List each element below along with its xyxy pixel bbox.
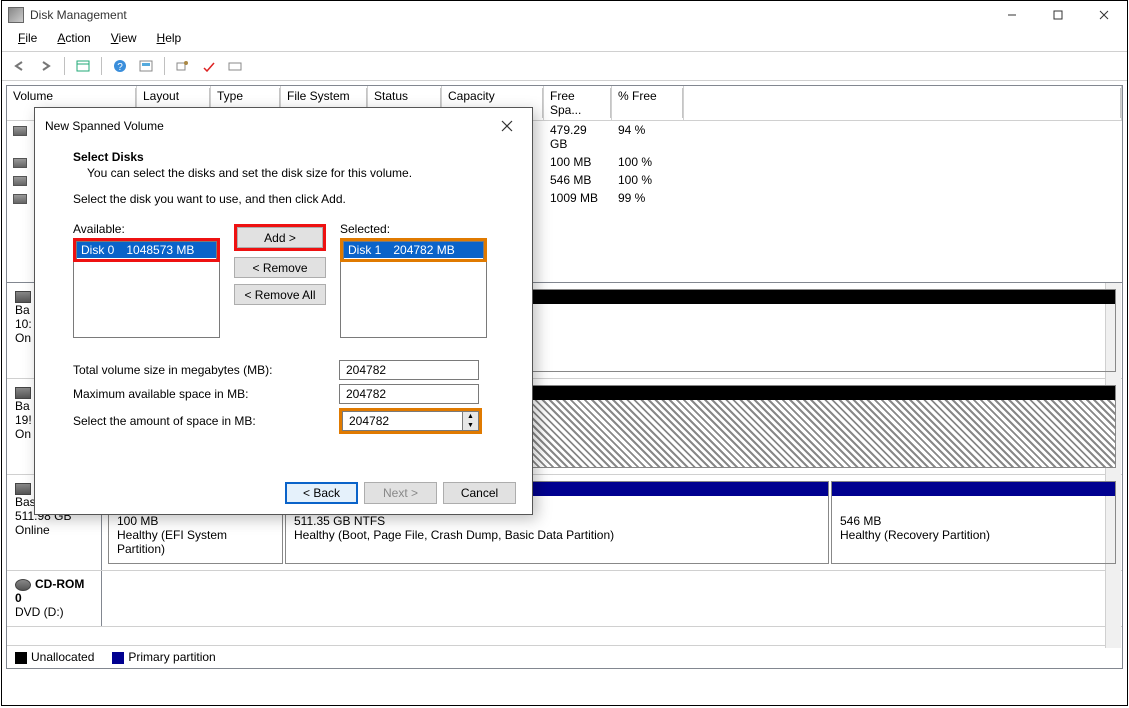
volume-icon [13,158,27,168]
dialog-instruction: Select the disk you want to use, and the… [73,192,494,206]
cdrom-icon [15,579,31,591]
cdrom-desc: DVD (D:) [15,605,93,619]
partition-bar [832,482,1115,496]
menu-file[interactable]: File [10,29,45,47]
remove-all-button[interactable]: < Remove All [234,284,326,305]
spinner-up-icon[interactable]: ▲ [463,412,478,421]
volume-icon [13,194,27,204]
legend-unallocated: Unallocated [31,650,94,664]
cancel-button[interactable]: Cancel [443,482,516,504]
partition-size: 100 MB [117,514,274,528]
window-title: Disk Management [30,8,989,22]
menu-view[interactable]: View [103,29,145,47]
menu-help[interactable]: Help [149,29,190,47]
app-icon [8,7,24,23]
dialog-heading: Select Disks [73,150,494,164]
legend: Unallocated Primary partition [7,645,1105,668]
back-icon[interactable] [8,55,32,77]
toolbar-icon[interactable] [197,55,221,77]
back-button[interactable]: < Back [285,482,358,504]
max-space-value: 204782 [339,384,479,404]
partition[interactable]: 546 MB Healthy (Recovery Partition) [832,496,1115,546]
space-amount-label: Select the amount of space in MB: [73,414,339,428]
next-button[interactable]: Next > [364,482,437,504]
available-label: Available: [73,222,220,236]
toolbar-icon[interactable] [171,55,195,77]
space-amount-input[interactable] [342,411,462,431]
maximize-button[interactable] [1035,1,1081,29]
dialog-title: New Spanned Volume [45,119,492,133]
volume-icon [13,126,27,136]
available-listbox-body[interactable] [73,262,220,338]
col-freespace[interactable]: Free Spa... [544,86,612,120]
disk-icon [15,483,31,495]
toolbar: ? [2,51,1127,81]
partition-status: Healthy (Recovery Partition) [840,528,1107,542]
help-icon[interactable]: ? [108,55,132,77]
remove-button[interactable]: < Remove [234,257,326,278]
highlight-add: Add > [234,224,326,251]
partition-desc: 511.35 GB NTFS [294,514,820,528]
col-spacer [684,86,1122,120]
svg-text:?: ? [117,62,123,73]
selected-listbox[interactable]: Disk 1 204782 MB [343,241,484,259]
partition-size: 546 MB [840,514,1107,528]
legend-swatch-unallocated [15,652,27,664]
menubar: File Action View Help [2,29,1127,51]
forward-icon[interactable] [34,55,58,77]
disk-state: Online [15,523,93,537]
disk-icon [15,387,31,399]
toolbar-icon[interactable] [223,55,247,77]
dialog-subtext: You can select the disks and set the dis… [87,166,494,180]
toolbar-icon[interactable] [71,55,95,77]
new-spanned-volume-dialog: New Spanned Volume Select Disks You can … [34,107,533,515]
minimize-button[interactable] [989,1,1035,29]
dialog-close-button[interactable] [492,114,522,138]
total-volume-size-label: Total volume size in megabytes (MB): [73,363,339,377]
volume-icon [13,176,27,186]
highlight-space-input: ▲ ▼ [339,408,482,434]
add-button[interactable]: Add > [237,227,323,248]
selected-disk-item[interactable]: Disk 1 204782 MB [344,242,483,258]
legend-swatch-primary [112,652,124,664]
cdrom-graph [102,571,1122,626]
col-percentfree[interactable]: % Free [612,86,684,120]
partition-status: Healthy (EFI System Partition) [117,528,274,556]
titlebar: Disk Management [2,1,1127,29]
highlight-available: Disk 0 1048573 MB [73,238,220,262]
max-space-label: Maximum available space in MB: [73,387,339,401]
highlight-selected: Disk 1 204782 MB [340,238,487,262]
spinner-down-icon[interactable]: ▼ [463,421,478,430]
selected-listbox-body[interactable] [340,262,487,338]
partition-status: Healthy (Boot, Page File, Crash Dump, Ba… [294,528,820,542]
toolbar-icon[interactable] [134,55,158,77]
close-button[interactable] [1081,1,1127,29]
selected-label: Selected: [340,222,487,236]
available-disk-item[interactable]: Disk 0 1048573 MB [77,242,216,258]
disk-icon [15,291,31,303]
disk-label-panel: CD-ROM 0 DVD (D:) [7,571,102,626]
legend-primary: Primary partition [128,650,215,664]
total-volume-size-value: 204782 [339,360,479,380]
menu-action[interactable]: Action [49,29,98,47]
available-listbox[interactable]: Disk 0 1048573 MB [76,241,217,259]
